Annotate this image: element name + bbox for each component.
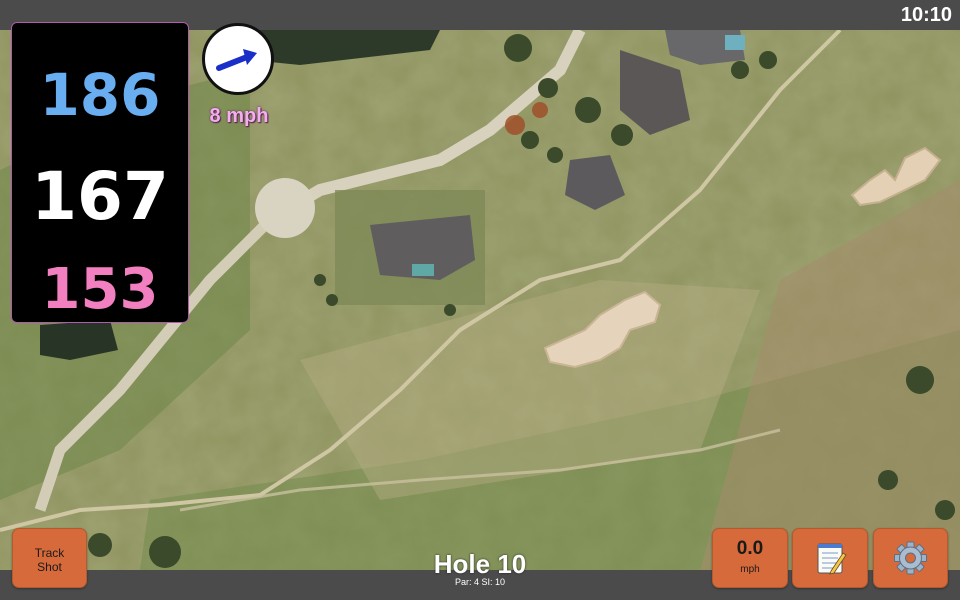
speed-button[interactable]: 0.0 mph	[712, 528, 788, 588]
hole-title: Hole 10	[433, 549, 527, 579]
wind-direction-arrow-icon	[216, 49, 257, 71]
speed-value: 0.0	[736, 538, 764, 559]
track-shot-label-line1: Track	[34, 546, 65, 560]
distance-panel: 186 167 153	[11, 22, 189, 323]
wind-indicator	[202, 23, 274, 95]
settings-button[interactable]	[873, 528, 948, 588]
wind-speed-label: 8 mph	[209, 105, 269, 127]
gear-icon	[894, 541, 927, 575]
back-of-green-distance: 186	[39, 61, 161, 129]
middle-of-green-distance: 167	[31, 158, 169, 235]
clock-time: 10:10	[900, 4, 952, 26]
track-shot-label-line2: Shot	[37, 560, 62, 574]
speed-unit: mph	[740, 564, 760, 575]
hole-par-si: Par: 4 SI: 10	[454, 577, 506, 587]
track-shot-button[interactable]: Track Shot	[12, 528, 87, 588]
notepad-icon	[817, 543, 847, 575]
notes-button[interactable]	[792, 528, 868, 588]
front-of-green-distance: 153	[41, 257, 159, 322]
